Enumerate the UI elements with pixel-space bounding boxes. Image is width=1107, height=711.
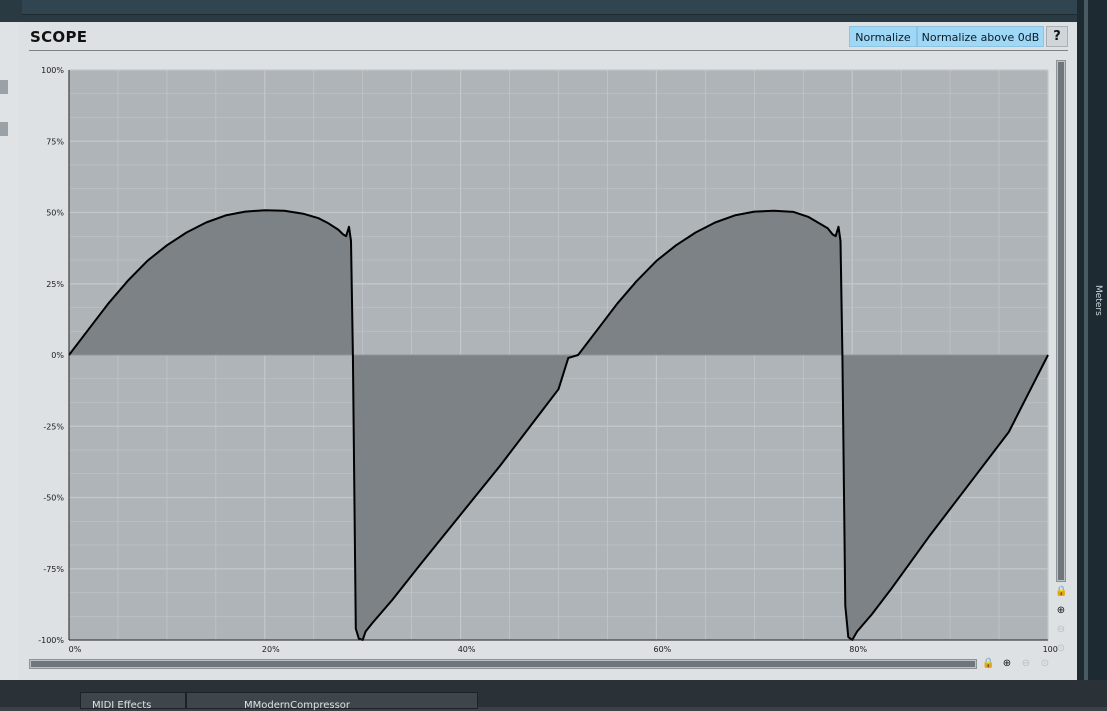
horizontal-scroll-thumb[interactable] bbox=[31, 661, 975, 667]
host-top-bar bbox=[0, 0, 1107, 22]
x-tick-label: 40% bbox=[458, 645, 476, 654]
horizontal-scrollbar[interactable] bbox=[29, 659, 977, 669]
scope-plot[interactable]: 100% 75% 50% 25% 0% -25% -50% -75% -100% 0% 20% 40%… bbox=[25, 55, 1058, 678]
y-tick-label: 100% bbox=[41, 66, 64, 75]
y-tick-label: -25% bbox=[43, 422, 64, 431]
y-tick-label: 50% bbox=[46, 209, 64, 218]
y-tick-label: 25% bbox=[46, 280, 64, 289]
host-right-divider bbox=[1084, 0, 1088, 707]
x-tick-label: 80% bbox=[849, 645, 867, 654]
y-tick-label: -100% bbox=[38, 636, 64, 645]
title-divider bbox=[29, 50, 1068, 51]
normalize-above-0db-button[interactable]: Normalize above 0dB bbox=[917, 26, 1044, 47]
zoom-in-icon[interactable]: ⊕ bbox=[1055, 605, 1067, 617]
vertical-scrollbar[interactable] bbox=[1056, 60, 1066, 582]
host-top-strip bbox=[22, 0, 1077, 15]
left-strip-marker bbox=[0, 80, 8, 94]
meters-label[interactable]: Meters bbox=[1093, 285, 1103, 316]
vertical-scroll-thumb[interactable] bbox=[1058, 62, 1064, 580]
help-button[interactable]: ? bbox=[1046, 26, 1068, 47]
y-tick-label: -50% bbox=[43, 494, 64, 503]
zoom-out-icon[interactable]: ⊖ bbox=[1020, 658, 1032, 670]
zoom-reset-icon[interactable]: ⊙ bbox=[1039, 658, 1051, 670]
scope-panel: SCOPE Normalize Normalize above 0dB ? 10… bbox=[19, 22, 1077, 680]
y-tick-label: 0% bbox=[51, 351, 64, 360]
x-tick-label: 20% bbox=[262, 645, 280, 654]
y-tick-label: -75% bbox=[43, 565, 64, 574]
left-strip-marker bbox=[0, 122, 8, 136]
host-bottom-bar: MIDI Effects MModernCompressor bbox=[0, 680, 1107, 711]
panel-title: SCOPE bbox=[30, 28, 88, 46]
y-tick-label: 75% bbox=[46, 137, 64, 146]
bottom-tab-label: MIDI Effects bbox=[92, 700, 152, 711]
zoom-in-icon[interactable]: ⊕ bbox=[1001, 658, 1013, 670]
zoom-reset-icon[interactable]: ⊙ bbox=[1055, 643, 1067, 655]
normalize-button[interactable]: Normalize bbox=[849, 26, 917, 47]
x-tick-label: 0% bbox=[69, 645, 82, 654]
lock-icon[interactable]: 🔒 bbox=[982, 658, 994, 670]
host-right-strip bbox=[1077, 0, 1107, 707]
lock-icon[interactable]: 🔒 bbox=[1055, 586, 1067, 598]
host-left-strip bbox=[0, 22, 19, 687]
zoom-out-icon[interactable]: ⊖ bbox=[1055, 624, 1067, 636]
bottom-tab-label: MModernCompressor bbox=[244, 700, 351, 711]
x-tick-label: 60% bbox=[654, 645, 672, 654]
